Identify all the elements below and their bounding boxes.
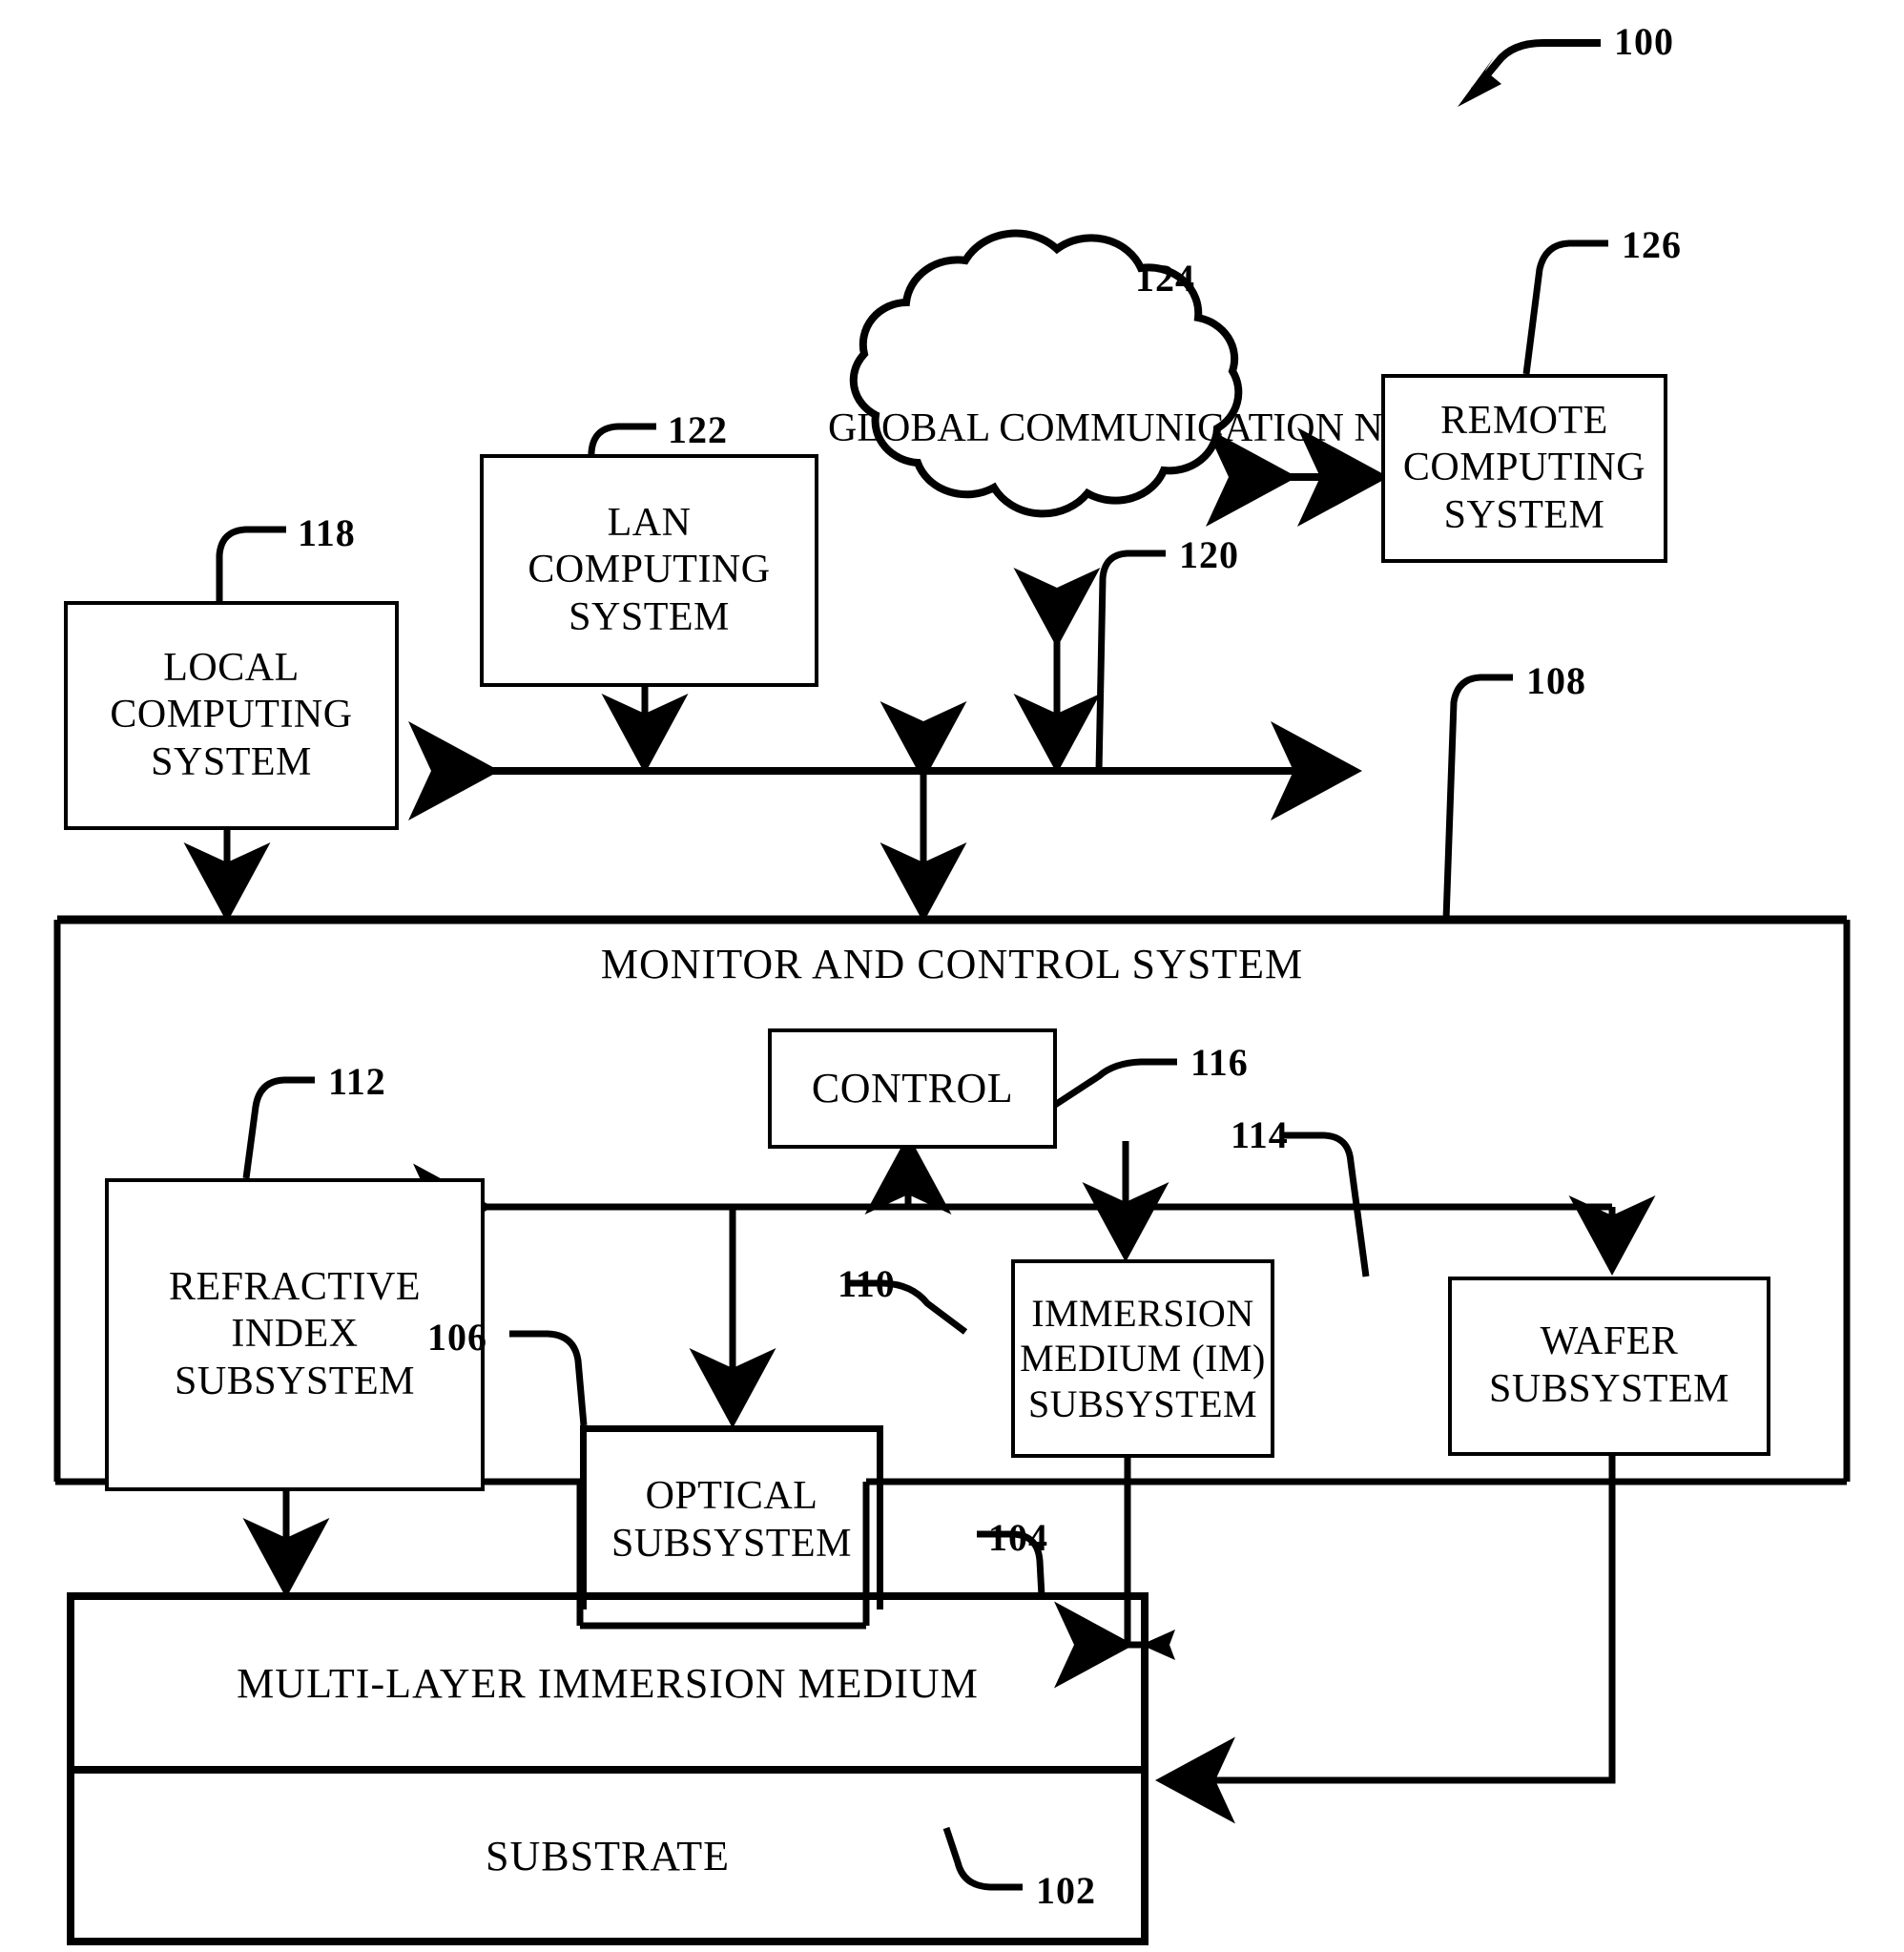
ref-label-106: 106 <box>427 1316 487 1359</box>
node-label-line: MEDIUM (IM) <box>1020 1337 1266 1381</box>
conn-wafer-substrate <box>1155 1448 1616 1824</box>
node-label-line: COMPUTING <box>110 693 353 737</box>
ref-label-118: 118 <box>298 511 356 554</box>
node-label-line: COMMUNICATION <box>999 406 1344 450</box>
node-label-line: MONITOR AND CONTROL SYSTEM <box>600 941 1304 987</box>
leader-112 <box>242 1076 315 1179</box>
node-label-line: SYSTEM <box>151 739 312 784</box>
ref-label-110: 110 <box>838 1262 896 1305</box>
node-label-line: OPTICAL <box>645 1474 818 1519</box>
node-monitor-and-control-system-title: MONITOR AND CONTROL SYSTEM <box>57 940 1847 988</box>
node-label-line: COMPUTING <box>528 548 771 592</box>
leader-118 <box>216 526 286 601</box>
leader-114 <box>1282 1132 1370 1277</box>
ref-label-112: 112 <box>328 1060 386 1103</box>
ref-label-108: 108 <box>1526 659 1586 702</box>
node-label-line: SUBSTRATE <box>486 1832 730 1879</box>
leader-100 <box>1458 39 1601 107</box>
leader-108 <box>1442 674 1513 921</box>
node-label-line: REFRACTIVE <box>168 1264 421 1309</box>
node-immersion-medium-subsystem[interactable]: IMMERSION MEDIUM (IM) SUBSYSTEM <box>1011 1259 1274 1458</box>
ref-label-120: 120 <box>1179 533 1239 576</box>
patent-figure: 100 LOCAL COMPUTING SYSTEM 118 LAN COMPU… <box>0 0 1904 1952</box>
leader-116 <box>1047 1058 1177 1111</box>
node-local-computing-system[interactable]: LOCAL COMPUTING SYSTEM <box>64 601 399 830</box>
node-label-line: IMMERSION <box>1031 1292 1254 1336</box>
ref-label-124: 124 <box>1135 257 1195 300</box>
node-label-line: GLOBAL <box>828 406 989 450</box>
node-label-line: SUBSYSTEM <box>175 1359 415 1403</box>
ref-label-102: 102 <box>1036 1869 1096 1912</box>
node-global-communication-network[interactable]: GLOBAL COMMUNICATION NETWORK <box>828 405 1554 452</box>
node-label-line: WAFER <box>1540 1319 1679 1364</box>
node-label-line: SUBSYSTEM <box>1489 1367 1729 1411</box>
node-label-line: SYSTEM <box>569 594 730 639</box>
ref-label-126: 126 <box>1622 223 1682 266</box>
node-wafer-subsystem[interactable]: WAFER SUBSYSTEM <box>1448 1277 1770 1456</box>
node-multilayer-immersion-medium[interactable]: MULTI-LAYER IMMERSION MEDIUM <box>71 1596 1145 1770</box>
ref-label-100: 100 <box>1614 20 1674 63</box>
ref-label-114: 114 <box>1231 1113 1289 1156</box>
leader-124 <box>1053 273 1124 340</box>
ref-label-104: 104 <box>988 1516 1048 1559</box>
node-label-line: REMOTE <box>1440 398 1608 443</box>
node-label-line: SYSTEM <box>1443 492 1605 537</box>
node-label-line: CONTROL <box>811 1065 1014 1112</box>
node-optical-subsystem[interactable]: OPTICAL SUBSYSTEM <box>580 1425 883 1609</box>
leader-122 <box>588 423 656 454</box>
node-label-line: LOCAL <box>163 645 300 690</box>
ref-label-122: 122 <box>668 408 728 451</box>
node-remote-computing-system[interactable]: REMOTE COMPUTING SYSTEM <box>1381 374 1667 563</box>
node-lan-computing-system[interactable]: LAN COMPUTING SYSTEM <box>480 454 818 687</box>
node-label-line: COMPUTING <box>1402 446 1646 490</box>
node-label-line: MULTI-LAYER IMMERSION MEDIUM <box>237 1659 979 1707</box>
arrowhead-im-mlim <box>1141 1630 1175 1660</box>
leader-120 <box>1095 550 1166 772</box>
leader-126 <box>1522 239 1608 375</box>
node-label-line: SUBSYSTEM <box>1027 1381 1258 1425</box>
ref-label-116: 116 <box>1190 1041 1249 1084</box>
leader-106 <box>509 1330 588 1426</box>
node-label-line: LAN <box>607 500 692 545</box>
node-substrate[interactable]: SUBSTRATE <box>71 1770 1145 1942</box>
node-control[interactable]: CONTROL <box>768 1028 1057 1149</box>
node-label-line: SUBSYSTEM <box>611 1522 852 1566</box>
node-label-line: INDEX <box>231 1312 359 1357</box>
